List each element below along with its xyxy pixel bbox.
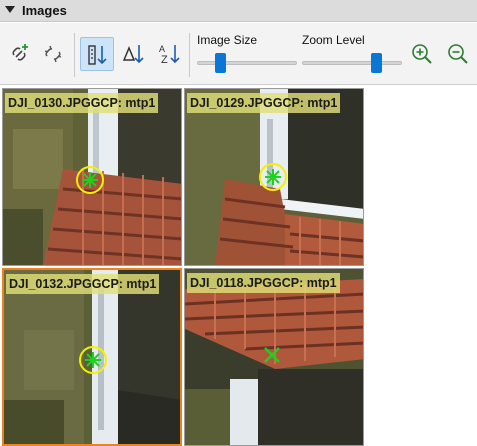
- image-thumbnail[interactable]: DJI_0129.JPGGCP: mtp1: [184, 88, 364, 266]
- panel-title: Images: [22, 3, 67, 18]
- sort-order-icon: [88, 45, 107, 65]
- zoom-out-icon: [448, 44, 468, 64]
- image-label: DJI_0132.JPGGCP: mtp1: [6, 274, 160, 294]
- image-label: DJI_0118.JPGGCP: mtp1: [187, 273, 340, 293]
- images-toolbar: A Z Image Size Zoom Level: [0, 23, 477, 85]
- zoom-out-button[interactable]: [441, 37, 475, 71]
- toolbar-separator: [74, 33, 75, 77]
- aerial-photo: [4, 270, 180, 444]
- sort-delta-icon: [122, 45, 144, 64]
- image-label: DJI_0130.JPGGCP: mtp1: [5, 93, 159, 113]
- sort-by-name-button[interactable]: [80, 37, 114, 71]
- image-grid: DJI_0130.JPGGCP: mtp1 DJI_0129.JPGGCP: m…: [0, 86, 477, 446]
- expand-triangle-icon[interactable]: [5, 6, 15, 13]
- remove-link-button[interactable]: [36, 37, 70, 71]
- image-thumbnail-selected[interactable]: DJI_0132.JPGGCP: mtp1: [2, 268, 182, 446]
- zoom-level-label: Zoom Level: [302, 33, 365, 47]
- sort-by-triangle-button[interactable]: [116, 37, 150, 71]
- aerial-photo: [185, 269, 363, 445]
- svg-text:Z: Z: [161, 54, 168, 66]
- image-size-label: Image Size: [197, 33, 258, 47]
- aerial-photo: [185, 89, 363, 265]
- image-thumbnail[interactable]: DJI_0118.JPGGCP: mtp1: [184, 268, 364, 446]
- link-remove-icon: [44, 45, 62, 63]
- link-add-icon: [12, 44, 28, 61]
- slider-thumb[interactable]: [371, 53, 382, 73]
- image-label: DJI_0129.JPGGCP: mtp1: [187, 93, 341, 113]
- image-thumbnail[interactable]: DJI_0130.JPGGCP: mtp1: [2, 88, 182, 266]
- slider-track: [197, 61, 297, 65]
- slider-track: [302, 61, 402, 65]
- toolbar-separator: [189, 33, 190, 77]
- aerial-photo: [3, 89, 181, 265]
- sort-az-icon: A Z: [159, 44, 180, 66]
- zoom-in-button[interactable]: [405, 37, 439, 71]
- image-size-slider[interactable]: [197, 53, 297, 73]
- slider-thumb[interactable]: [215, 53, 226, 73]
- sort-az-button[interactable]: A Z: [152, 37, 186, 71]
- images-panel: Images A Z Image Size Zoom Level DJI_013…: [0, 0, 477, 446]
- svg-text:A: A: [159, 44, 165, 54]
- add-link-button[interactable]: [2, 37, 36, 71]
- zoom-level-slider[interactable]: [302, 53, 402, 73]
- panel-titlebar[interactable]: Images: [0, 0, 477, 22]
- zoom-in-icon: [412, 44, 432, 64]
